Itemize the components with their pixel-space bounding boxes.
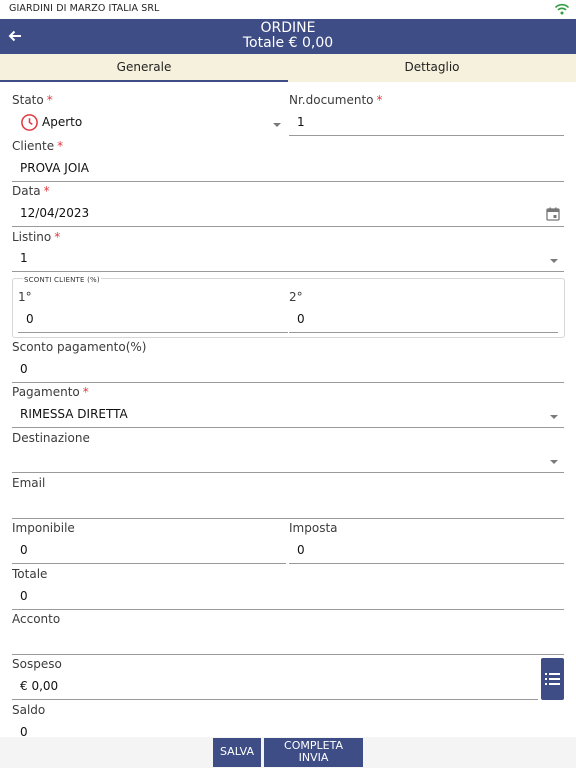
imponibile-field: 0	[20, 543, 28, 557]
imposta-underline	[289, 563, 564, 564]
listino-underline	[12, 271, 564, 272]
sconto-pagamento-field[interactable]: 0	[20, 362, 28, 376]
tab-bar: Generale Dettaglio	[0, 54, 576, 82]
destinazione-label: Destinazione	[12, 431, 90, 445]
sconto-pagamento-underline	[12, 382, 564, 383]
stato-select[interactable]: Aperto	[42, 115, 82, 129]
chevron-down-icon	[550, 259, 558, 263]
tab-dettaglio[interactable]: Dettaglio	[288, 54, 576, 82]
wifi-icon	[554, 3, 570, 15]
acconto-label: Acconto	[12, 612, 61, 626]
totale-field: 0	[20, 589, 28, 603]
cliente-label: Cliente *	[12, 139, 64, 153]
nr-documento-underline	[289, 135, 564, 136]
bottom-action-bar: SALVA COMPLETA INVIA	[0, 737, 576, 768]
data-field[interactable]: 12/04/2023	[20, 206, 89, 220]
imposta-field: 0	[297, 543, 305, 557]
imponibile-label: Imponibile	[12, 521, 75, 535]
nr-documento-label: Nr.documento *	[289, 93, 383, 107]
sospeso-label: Sospeso	[12, 657, 62, 671]
chevron-down-icon	[550, 415, 558, 419]
nr-documento-field[interactable]: 1	[297, 115, 305, 129]
sconti-cliente-group: SCONTI CLIENTE (%)	[12, 276, 565, 338]
page-title: ORDINE	[260, 20, 316, 36]
stato-label: Stato *	[12, 93, 53, 107]
pagamento-select[interactable]: RIMESSA DIRETTA	[20, 407, 128, 421]
sconto-2-label: 2°	[289, 290, 303, 304]
sconto-1-underline	[18, 332, 288, 333]
tab-generale[interactable]: Generale	[0, 54, 288, 82]
email-underline	[12, 518, 564, 519]
status-bar: GIARDINI DI MARZO ITALIA SRL	[0, 0, 576, 19]
list-icon	[545, 673, 560, 685]
calendar-icon[interactable]	[546, 207, 560, 221]
sospeso-field: € 0,00	[20, 679, 59, 693]
chevron-down-icon	[273, 123, 281, 127]
sconto-1-field[interactable]: 0	[26, 312, 34, 326]
completa-invia-button[interactable]: COMPLETA INVIA	[264, 738, 363, 767]
totale-underline	[12, 609, 564, 610]
data-label: Data *	[12, 184, 50, 198]
chevron-down-icon	[550, 460, 558, 464]
email-label: Email	[12, 476, 46, 490]
sconto-pagamento-label: Sconto pagamento(%)	[12, 340, 147, 354]
sconto-2-underline	[289, 332, 558, 333]
invia-label: INVIA	[298, 751, 329, 764]
listino-select[interactable]: 1	[20, 251, 28, 265]
saldo-label: Saldo	[12, 703, 46, 717]
totale-label: Totale	[12, 567, 48, 581]
destinazione-underline	[12, 472, 564, 473]
pagamento-label: Pagamento *	[12, 385, 89, 399]
pagamento-underline	[12, 427, 564, 428]
clock-icon	[21, 114, 38, 131]
list-button[interactable]	[541, 658, 564, 700]
imponibile-underline	[12, 563, 286, 564]
active-tab-indicator	[0, 80, 288, 82]
imposta-label: Imposta	[289, 521, 338, 535]
cliente-field[interactable]: PROVA JOIA	[20, 161, 89, 175]
data-underline	[12, 226, 564, 227]
company-name: GIARDINI DI MARZO ITALIA SRL	[9, 3, 160, 14]
sconto-2-field[interactable]: 0	[297, 312, 305, 326]
salva-button[interactable]: SALVA	[213, 738, 261, 767]
app-header: ORDINE Totale € 0,00	[0, 19, 576, 54]
order-total: Totale € 0,00	[242, 35, 334, 51]
listino-label: Listino *	[12, 230, 61, 244]
acconto-underline	[12, 654, 564, 655]
sconti-cliente-title: SCONTI CLIENTE (%)	[23, 276, 101, 284]
cliente-underline	[12, 181, 564, 182]
sconto-1-label: 1°	[18, 290, 32, 304]
sospeso-underline	[12, 699, 538, 700]
